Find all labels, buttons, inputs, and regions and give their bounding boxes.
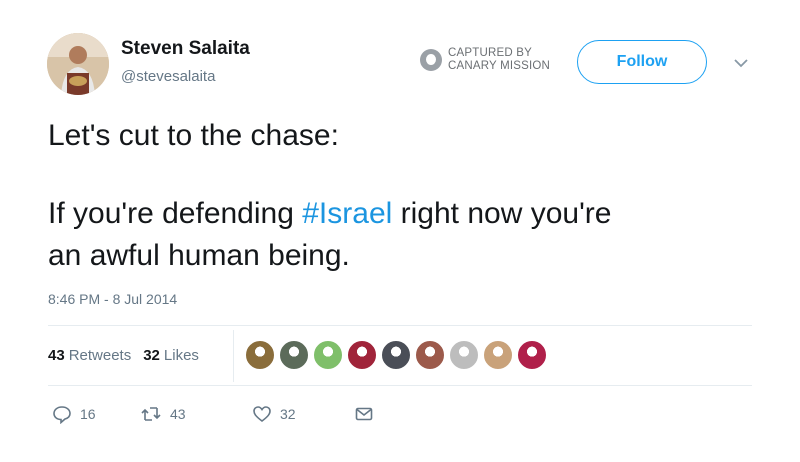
- retweet-count: 43: [170, 406, 186, 422]
- tweet-text-line3: an awful human being.: [48, 239, 350, 272]
- liker-avatar[interactable]: [347, 340, 377, 370]
- follow-button[interactable]: Follow: [577, 40, 707, 84]
- watermark-line1: CAPTURED BY: [448, 47, 532, 59]
- retweets-label[interactable]: Retweets: [69, 347, 132, 364]
- canary-logo-icon: [420, 49, 442, 71]
- liker-avatar[interactable]: [279, 340, 309, 370]
- liker-avatars: [245, 340, 551, 370]
- user-handle[interactable]: @stevesalaita: [121, 68, 215, 85]
- tweet-text-segment: right now you're: [392, 197, 612, 230]
- engagement-stats: 43 Retweets 32 Likes: [48, 347, 199, 364]
- hashtag-link[interactable]: #Israel: [302, 197, 392, 230]
- retweet-icon: [141, 407, 161, 421]
- liker-avatar[interactable]: [449, 340, 479, 370]
- liker-avatar[interactable]: [517, 340, 547, 370]
- tweet-text-segment: If you're defending: [48, 197, 303, 230]
- reply-icon: [53, 406, 71, 424]
- canary-mission-watermark: CAPTURED BY CANARY MISSION: [420, 47, 550, 73]
- mail-icon: [355, 407, 373, 421]
- retweet-button[interactable]: 43: [140, 404, 252, 424]
- liker-avatar[interactable]: [483, 340, 513, 370]
- direct-message-button[interactable]: [354, 404, 374, 424]
- likes-count[interactable]: 32: [143, 347, 160, 364]
- divider: [48, 325, 752, 326]
- avatar[interactable]: [47, 33, 109, 95]
- liker-avatar[interactable]: [381, 340, 411, 370]
- liker-avatar[interactable]: [245, 340, 275, 370]
- tweet-actions: 16 43 32: [52, 404, 374, 424]
- chevron-down-icon[interactable]: [733, 56, 749, 74]
- divider: [48, 385, 752, 386]
- heart-icon: [253, 406, 271, 423]
- watermark-text: CAPTURED BY CANARY MISSION: [448, 47, 550, 73]
- like-button[interactable]: 32: [252, 404, 354, 424]
- tweet-text-line2: If you're defending #Israel right now yo…: [48, 194, 611, 234]
- like-count: 32: [280, 406, 296, 422]
- liker-avatar[interactable]: [415, 340, 445, 370]
- reply-count: 16: [80, 406, 96, 422]
- reply-button[interactable]: 16: [52, 404, 140, 424]
- retweets-count[interactable]: 43: [48, 347, 65, 364]
- likes-label[interactable]: Likes: [164, 347, 199, 364]
- watermark-line2: CANARY MISSION: [448, 60, 551, 72]
- liker-avatar[interactable]: [313, 340, 343, 370]
- stats-divider: [233, 330, 234, 382]
- tweet-text-line1: Let's cut to the chase:: [48, 119, 339, 152]
- tweet-timestamp[interactable]: 8:46 PM - 8 Jul 2014: [48, 291, 177, 307]
- display-name[interactable]: Steven Salaita: [121, 38, 250, 60]
